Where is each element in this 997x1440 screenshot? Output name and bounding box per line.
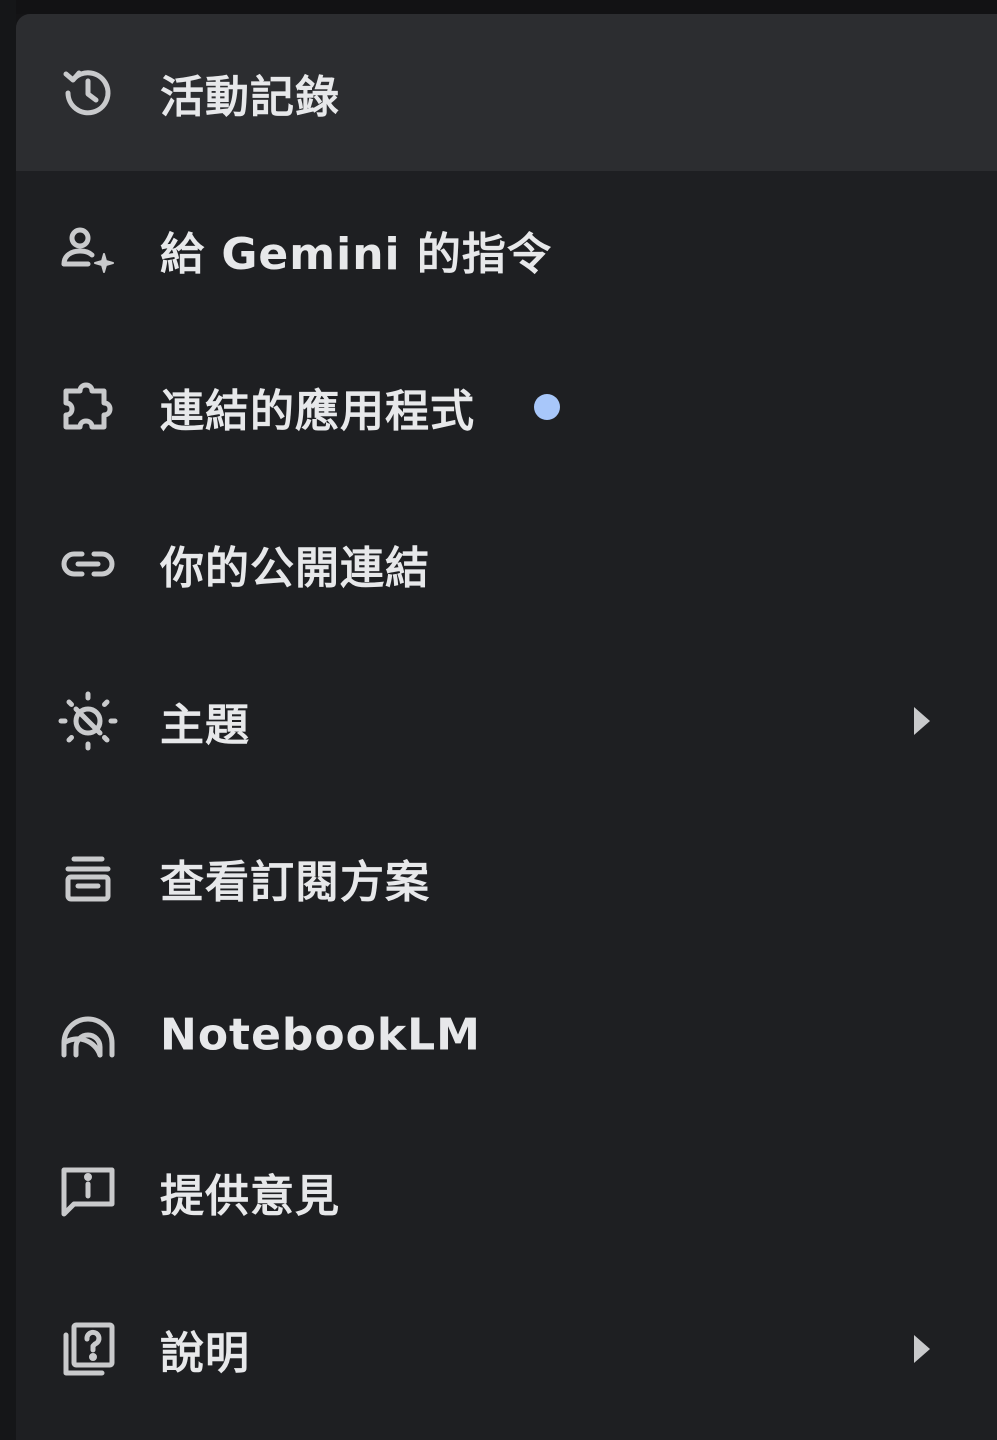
feedback-icon — [56, 1160, 120, 1224]
puzzle-icon — [56, 375, 120, 439]
menu-item-label: 主題 — [160, 699, 250, 751]
chevron-right-icon — [911, 1332, 933, 1366]
new-badge-dot — [534, 393, 560, 420]
menu-item-label: 查看訂閱方案 — [160, 856, 430, 908]
person-sparkle-icon — [56, 218, 120, 282]
menu-item-label: 說明 — [160, 1327, 250, 1379]
menu-item-theme[interactable]: 主題 — [16, 642, 997, 799]
left-background — [0, 0, 16, 1440]
menu-item-help[interactable]: 說明 — [16, 1270, 997, 1427]
theme-sun-icon — [56, 689, 120, 753]
menu-item-label: 給 Gemini 的指令 — [160, 228, 552, 280]
menu-item-gemini-instructions[interactable]: 給 Gemini 的指令 — [16, 171, 997, 328]
chevron-right-icon — [911, 704, 933, 738]
notebooklm-icon — [56, 1003, 120, 1067]
link-icon — [56, 532, 120, 596]
menu-item-activity[interactable]: 活動記錄 — [16, 14, 997, 171]
menu-item-feedback[interactable]: 提供意見 — [16, 1113, 997, 1270]
subscription-icon — [56, 846, 120, 910]
menu-item-label: 連結的應用程式 — [160, 385, 475, 437]
menu-item-subscriptions[interactable]: 查看訂閱方案 — [16, 799, 997, 956]
menu-item-connected-apps[interactable]: 連結的應用程式 — [16, 328, 997, 485]
menu-item-label: 你的公開連結 — [160, 542, 430, 594]
top-background — [0, 0, 997, 14]
history-icon — [56, 61, 120, 125]
menu-item-public-links[interactable]: 你的公開連結 — [16, 485, 997, 642]
menu-item-label: 提供意見 — [160, 1170, 340, 1222]
menu-item-notebooklm[interactable]: NotebookLM — [16, 956, 997, 1113]
menu-item-label: 活動記錄 — [160, 71, 340, 123]
settings-menu: 活動記錄 給 Gemini 的指令 連結的應用程式 你的公開連結 主題 查看訂閱… — [16, 14, 997, 1440]
menu-item-label: NotebookLM — [160, 1009, 481, 1060]
help-icon — [56, 1317, 120, 1381]
